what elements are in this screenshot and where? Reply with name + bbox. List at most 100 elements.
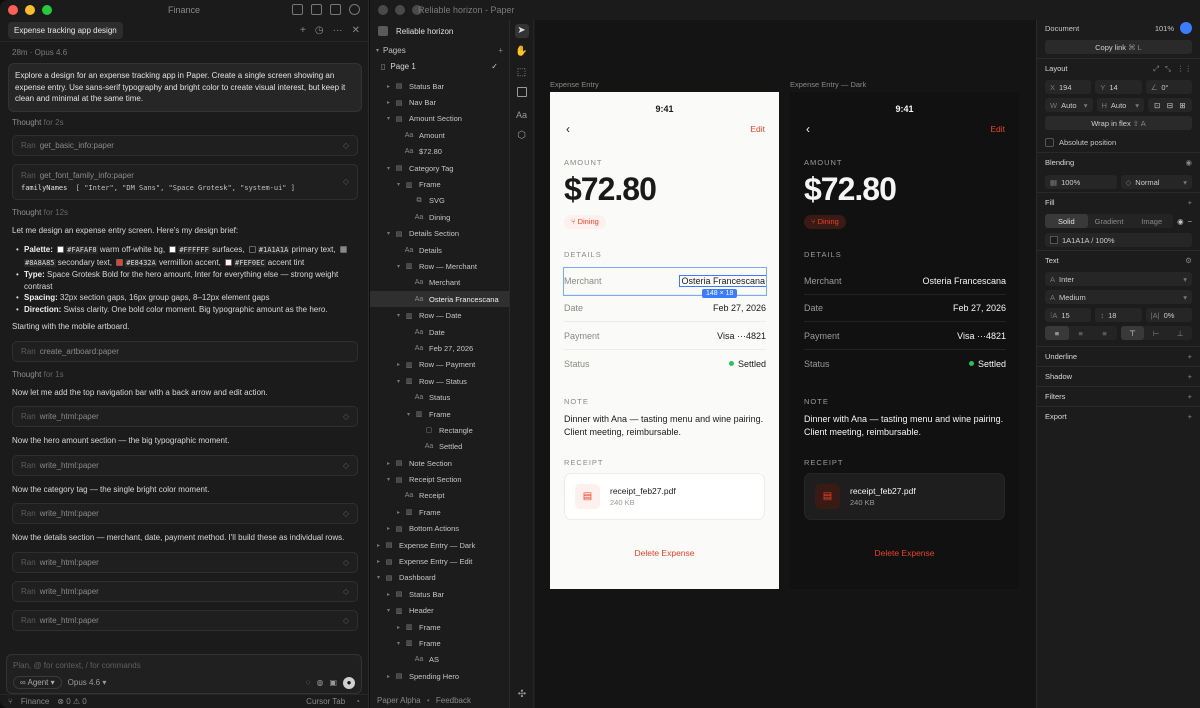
layer-item[interactable]: ▾ ▤ Receipt Section [370, 471, 509, 487]
filters-section[interactable]: Filters + [1037, 386, 1200, 406]
more-icon[interactable]: ··· [333, 25, 343, 36]
row-date[interactable]: Date Feb 27, 2026 [564, 295, 766, 322]
close-window-button[interactable] [378, 5, 388, 15]
chevron-down-icon[interactable]: ▾ [384, 476, 393, 483]
fill-gradient-tab[interactable]: Gradient [1088, 214, 1131, 228]
layout-section-header[interactable]: Layout ⤢ ⤡ ⋮⋮ [1037, 58, 1200, 78]
image-icon[interactable]: ▣ [329, 678, 337, 687]
amount-value[interactable]: $72.80 [804, 171, 897, 208]
chevron-right-icon[interactable]: ▸ [384, 83, 393, 90]
row-payment[interactable]: Payment Visa ···4821 [804, 323, 1006, 350]
wrap-in-flex-button[interactable]: Wrap in flex ⇧ A [1045, 116, 1192, 130]
note-text[interactable]: Dinner with Ana — tasting menu and wine … [804, 413, 1005, 439]
tool-call[interactable]: Ran write_html:paper ◇ [12, 406, 358, 427]
tool-call[interactable]: Ran write_html:paper ◇ [12, 609, 358, 631]
fill-section-header[interactable]: Fill + [1037, 192, 1200, 212]
tool-call[interactable]: Ran write_html:paper ◇ [12, 503, 358, 524]
project-header[interactable]: Reliable horizon [370, 20, 509, 42]
chevron-down-icon[interactable]: ▾ [404, 411, 413, 418]
back-arrow-icon[interactable]: ‹ [566, 122, 570, 136]
frame-tool-icon[interactable]: ⬚ [515, 66, 529, 80]
tool-call[interactable]: Ran write_html:paper ◇ [12, 454, 358, 476]
layer-item[interactable]: ▾ ▥ Header [370, 603, 509, 619]
tool-call[interactable]: Ran create_artboard:paper [12, 340, 358, 362]
align-right-icon[interactable]: ≡ [1093, 326, 1117, 340]
fill-type-tabs[interactable]: Solid Gradient Image [1045, 214, 1174, 228]
layer-item[interactable]: ▾ ▥ Frame [370, 406, 509, 422]
align-middle-icon[interactable]: ⊢ [1144, 326, 1168, 340]
amount-value[interactable]: $72.80 [564, 171, 657, 208]
font-size-field[interactable]: ⁝A 15 [1045, 308, 1092, 322]
thought-label[interactable]: Thought for 12s [12, 208, 358, 217]
fill-solid-tab[interactable]: Solid [1045, 214, 1088, 228]
layer-item[interactable]: ▸ ▤ Bottom Actions [370, 521, 509, 537]
layer-item[interactable]: ▸ ▤ Status Bar [370, 78, 509, 94]
width-field[interactable]: W Auto ▾ [1045, 98, 1093, 112]
opacity-field[interactable]: ▦ 100% [1045, 175, 1117, 189]
chevron-down-icon[interactable]: ▾ [384, 607, 393, 614]
chevron-right-icon[interactable]: ▸ [394, 361, 403, 368]
y-field[interactable]: Y 14 [1095, 80, 1142, 94]
rotation-field[interactable]: ∠ 0° [1145, 80, 1192, 94]
add-page-icon[interactable]: + [498, 46, 503, 55]
globe-icon[interactable]: ◍ [316, 678, 323, 687]
layer-item[interactable]: ▾ ▥ Row — Status [370, 373, 509, 389]
chevron-down-icon[interactable]: ▾ [394, 263, 403, 270]
align-bottom-icon[interactable]: ⊥ [1168, 326, 1192, 340]
x-field[interactable]: X 194 [1045, 80, 1092, 94]
chevron-right-icon[interactable]: ▸ [374, 542, 383, 549]
chevron-right-icon[interactable]: ▸ [384, 460, 393, 467]
tool-call[interactable]: Ran write_html:paper ◇ [12, 551, 358, 573]
layer-item[interactable]: ⧉ SVG [370, 193, 509, 209]
category-tag[interactable]: ⑂ Dining [564, 215, 606, 229]
row-date[interactable]: Date Feb 27, 2026 [804, 295, 1006, 322]
chevron-right-icon[interactable]: ▸ [374, 558, 383, 565]
artboard-expense-entry[interactable]: 9:41 ‹ Edit AMOUNT $72.80 ⑂ Dining DETAI… [550, 92, 779, 589]
text-tool-icon[interactable]: Aa [515, 108, 529, 122]
chevron-right-icon[interactable]: ▸ [384, 525, 393, 532]
thought-label[interactable]: Thought for 2s [12, 118, 358, 127]
layer-item[interactable]: ▾ ▥ Frame [370, 176, 509, 192]
receipt-card[interactable]: ▤ receipt_feb27.pdf 240 KB [564, 473, 765, 520]
chevron-down-icon[interactable]: ▾ [384, 165, 393, 172]
layer-item[interactable]: Aa AS [370, 652, 509, 668]
voice-button[interactable]: ● [343, 676, 355, 689]
font-weight-select[interactable]: A Medium ▾ [1045, 290, 1192, 304]
artboard-expense-entry-dark[interactable]: 9:41 ‹ Edit AMOUNT $72.80 ⑂ Dining DETAI… [790, 92, 1019, 589]
chevron-right-icon[interactable]: ▸ [394, 509, 403, 516]
layer-item[interactable]: ▾ ▤ Dashboard [370, 570, 509, 586]
constraint-icons[interactable]: ⊡ ⊟ ⊞ [1148, 98, 1192, 112]
problems-count[interactable]: ⊗ 0 ⚠ 0 [57, 697, 86, 706]
edit-button[interactable]: Edit [990, 124, 1005, 134]
row-payment[interactable]: Payment Visa ···4821 [564, 323, 766, 350]
feedback-link[interactable]: Feedback [436, 696, 471, 705]
tool-call[interactable]: Ran write_html:paper ◇ [12, 580, 358, 602]
avatar[interactable] [1180, 22, 1192, 34]
new-chat-icon[interactable]: + [300, 25, 306, 36]
hand-tool-icon[interactable]: ✋ [515, 45, 529, 59]
layer-item[interactable]: Aa Settled [370, 439, 509, 455]
layer-item[interactable]: Aa Osteria Francescana [370, 291, 509, 308]
settings-icon[interactable] [349, 4, 360, 15]
category-tag[interactable]: ⑂ Dining [804, 215, 846, 229]
layer-item[interactable]: ▸ ▥ Row — Payment [370, 357, 509, 373]
back-arrow-icon[interactable]: ‹ [806, 122, 810, 136]
layer-item[interactable]: ▾ ▥ Row — Merchant [370, 258, 509, 274]
layer-item[interactable]: Aa Date [370, 324, 509, 340]
layer-item[interactable]: Aa Amount [370, 127, 509, 143]
panel-toggle-icon[interactable] [311, 4, 322, 15]
cursor-tab-status[interactable]: Cursor Tab [306, 697, 345, 706]
layer-item[interactable]: ▾ ▤ Category Tag [370, 160, 509, 176]
chevron-down-icon[interactable]: ▾ [374, 574, 383, 581]
chevron-down-icon[interactable]: ▾ [384, 115, 393, 122]
layer-item[interactable]: ▾ ▤ Amount Section [370, 111, 509, 127]
chevron-right-icon[interactable]: ▸ [384, 99, 393, 106]
text-section-header[interactable]: Text ⚙ [1037, 250, 1200, 270]
font-family-select[interactable]: A Inter ▾ [1045, 272, 1192, 286]
layer-item[interactable]: Aa Receipt [370, 488, 509, 504]
align-top-icon[interactable]: ⊤ [1120, 326, 1145, 340]
zoom-level[interactable]: 101% [1155, 24, 1174, 33]
zoom-window-button[interactable] [412, 5, 422, 15]
receipt-card[interactable]: ▤ receipt_feb27.pdf 240 KB [804, 473, 1005, 520]
minimize-window-button[interactable] [395, 5, 405, 15]
